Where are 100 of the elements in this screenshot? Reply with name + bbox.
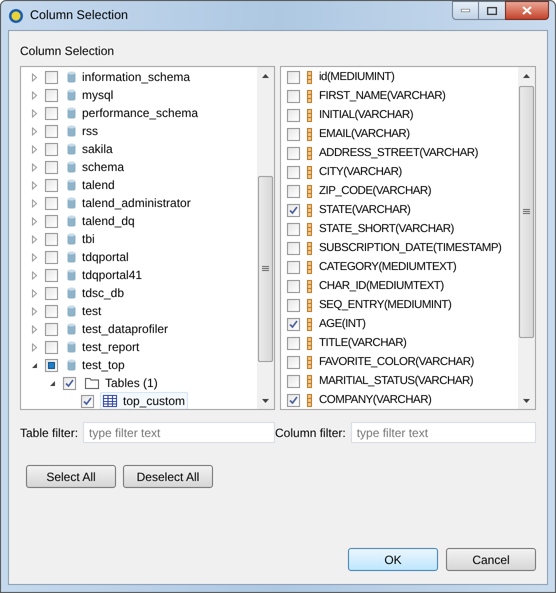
tree-item[interactable]: talend	[82, 176, 115, 194]
tree-item[interactable]: Tables (1)	[105, 374, 158, 392]
tree-item[interactable]: tbi	[82, 230, 95, 248]
checkbox[interactable]	[45, 124, 58, 138]
checkbox[interactable]	[45, 106, 58, 120]
maximize-button[interactable]	[479, 1, 505, 20]
scrollbar[interactable]	[518, 67, 535, 409]
database-icon	[67, 232, 76, 246]
checkbox[interactable]	[287, 166, 300, 179]
column-icon	[307, 147, 312, 160]
checkbox[interactable]	[287, 261, 300, 274]
tree-item[interactable]: test	[82, 302, 102, 320]
tree-item[interactable]: information_schema	[82, 68, 190, 86]
checkbox[interactable]	[287, 375, 300, 388]
checkbox[interactable]	[287, 147, 300, 160]
filter-field[interactable]: type filter text	[350, 422, 536, 443]
tree-item[interactable]: mysql	[82, 86, 114, 104]
checkbox[interactable]	[45, 286, 58, 300]
column-item[interactable]: STATE(VARCHAR)	[319, 202, 410, 220]
column-item[interactable]: CATEGORY(MEDIUMTEXT)	[319, 258, 456, 276]
checkbox[interactable]	[287, 90, 300, 103]
checkbox[interactable]	[287, 109, 300, 122]
database-icon	[67, 70, 76, 84]
checkbox[interactable]	[45, 232, 58, 246]
checkbox[interactable]	[45, 88, 58, 102]
checkbox[interactable]	[63, 376, 76, 390]
checkbox[interactable]	[45, 196, 58, 210]
column-item[interactable]: COMPANY(VARCHAR)	[319, 392, 432, 409]
checkbox[interactable]	[45, 250, 58, 264]
checkbox[interactable]	[45, 322, 58, 336]
dialog-button[interactable]: Cancel	[446, 548, 536, 571]
tree-item[interactable]: tdqportal41	[82, 266, 142, 284]
tree-item[interactable]: tdqportal	[82, 248, 129, 266]
close-button[interactable]	[505, 1, 549, 20]
column-item[interactable]: CITY(VARCHAR)	[319, 164, 402, 182]
scroll-up-icon[interactable]	[262, 74, 269, 78]
tree-item[interactable]: test_report	[82, 338, 140, 356]
column-item[interactable]: FIRST_NAME(VARCHAR)	[319, 88, 446, 106]
column-item[interactable]: ZIP_CODE(VARCHAR)	[319, 182, 432, 200]
scroll-down-icon[interactable]	[523, 399, 530, 403]
scroll-up-icon[interactable]	[523, 74, 530, 78]
tree-item[interactable]: sakila	[82, 140, 113, 158]
column-item[interactable]: SUBSCRIPTION_DATE(TIMESTAMP)	[319, 240, 502, 258]
column-item[interactable]: id(MEDIUMINT)	[319, 68, 394, 86]
column-icon	[307, 337, 312, 350]
checkbox[interactable]	[287, 71, 300, 84]
column-item[interactable]: ADDRESS_STREET(VARCHAR)	[319, 144, 478, 162]
column-item[interactable]: AGE(INT)	[319, 316, 366, 334]
scroll-thumb[interactable]	[519, 86, 534, 338]
column-item[interactable]: FAVORITE_COLOR(VARCHAR)	[319, 354, 474, 372]
tree-item[interactable]: test_dataprofiler	[82, 320, 168, 338]
checkbox[interactable]	[287, 318, 300, 331]
checkbox[interactable]	[287, 185, 300, 198]
column-item[interactable]: STATE_SHORT(VARCHAR)	[319, 220, 454, 238]
tree-item[interactable]: test_top	[82, 356, 125, 374]
checkbox[interactable]	[287, 299, 300, 312]
checkbox[interactable]	[45, 178, 58, 192]
tree-item[interactable]: performance_schema	[82, 104, 198, 122]
column-item[interactable]: TITLE(VARCHAR)	[319, 334, 406, 352]
checkbox[interactable]	[287, 356, 300, 369]
column-item[interactable]: CHAR_ID(MEDIUMTEXT)	[319, 278, 444, 296]
column-icon	[307, 242, 312, 255]
app-logo-icon	[8, 8, 24, 24]
checkbox[interactable]	[287, 204, 300, 217]
database-icon	[67, 286, 76, 300]
checkbox[interactable]	[45, 358, 58, 372]
minimize-icon	[461, 9, 470, 12]
window-title: Column Selection	[30, 7, 128, 24]
column-item[interactable]: MARITIAL_STATUS(VARCHAR)	[319, 372, 474, 390]
checkbox[interactable]	[287, 242, 300, 255]
checkbox[interactable]	[45, 304, 58, 318]
dialog-button[interactable]: OK	[348, 548, 438, 571]
checkbox[interactable]	[45, 70, 58, 84]
checkbox[interactable]	[287, 394, 300, 407]
scroll-thumb[interactable]	[258, 176, 273, 362]
tree-item[interactable]: tdsc_db	[82, 284, 124, 302]
tree-item[interactable]: rss	[82, 122, 98, 140]
scroll-down-icon[interactable]	[262, 399, 269, 403]
checkbox[interactable]	[81, 394, 94, 408]
selection-button[interactable]: Deselect All	[123, 465, 213, 488]
scrollbar[interactable]	[257, 67, 274, 409]
checkbox[interactable]	[45, 340, 58, 354]
checkbox[interactable]	[287, 280, 300, 293]
checkbox[interactable]	[45, 214, 58, 228]
checkbox[interactable]	[45, 268, 58, 282]
column-item[interactable]: EMAIL(VARCHAR)	[319, 126, 410, 144]
database-icon	[67, 304, 76, 318]
tree-item[interactable]: talend_administrator	[82, 194, 191, 212]
selection-button[interactable]: Select All	[26, 465, 116, 488]
checkbox[interactable]	[287, 223, 300, 236]
tree-item[interactable]: schema	[82, 158, 124, 176]
column-item[interactable]: INITIAL(VARCHAR)	[319, 106, 414, 124]
checkbox[interactable]	[287, 337, 300, 350]
checkbox[interactable]	[287, 128, 300, 141]
checkbox[interactable]	[45, 160, 58, 174]
checkbox[interactable]	[45, 142, 58, 156]
column-item[interactable]: SEQ_ENTRY(MEDIUMINT)	[319, 296, 452, 314]
minimize-button[interactable]	[452, 1, 479, 20]
tree-item[interactable]: talend_dq	[82, 212, 135, 230]
filter-field[interactable]: type filter text	[83, 422, 276, 443]
